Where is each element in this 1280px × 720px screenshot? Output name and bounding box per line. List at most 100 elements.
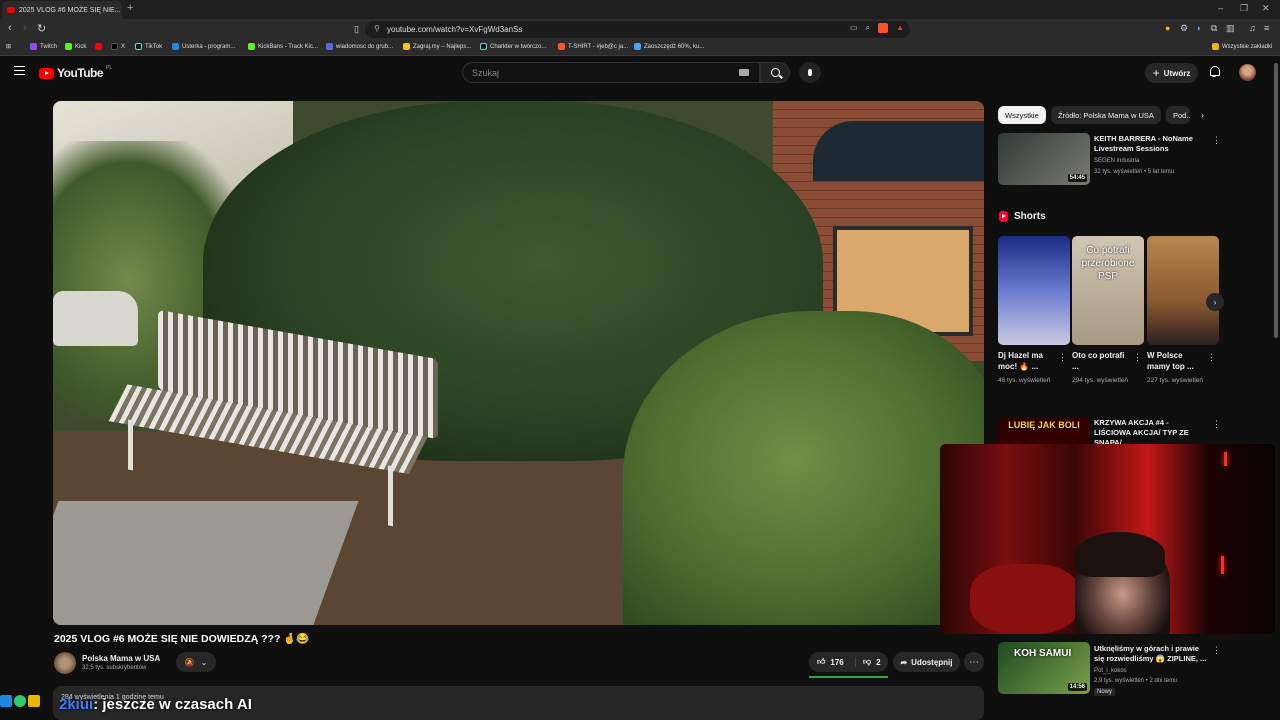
media-icon[interactable]: ♫ bbox=[1249, 23, 1256, 33]
brave-shield-icon[interactable] bbox=[878, 23, 889, 33]
thumbs-up-icon: 👍︎ bbox=[817, 657, 826, 666]
zoom-icon[interactable]: ⌕ bbox=[866, 23, 870, 33]
chat-message: 2kiui: jeszcze w czasach AI bbox=[59, 696, 252, 713]
bookmark-youtube[interactable] bbox=[95, 43, 102, 50]
share-button[interactable]: ➦ Udostępnij bbox=[893, 652, 960, 672]
bookmark-usterka[interactable]: Usterka - program... bbox=[172, 43, 235, 50]
youtube-logo[interactable]: YouTube PL bbox=[39, 65, 113, 80]
recommended-thumbnail[interactable]: KOH SAMUI 14:56 bbox=[998, 642, 1090, 694]
subscription-bell-button[interactable]: 🔕 ⌄ bbox=[176, 652, 216, 672]
rewards-icon[interactable]: ▲ bbox=[896, 23, 904, 33]
kebab-menu-icon[interactable]: ⋮ bbox=[1212, 135, 1221, 146]
bookmark-tiktok[interactable]: TikTok bbox=[135, 43, 162, 50]
bookmark-zaoszczedz[interactable]: Zaoszczędź 60%, ku... bbox=[634, 43, 704, 50]
thumbs-down-icon: 👎︎ bbox=[863, 657, 872, 666]
short-thumbnail[interactable]: Co potrafi przerobione PSP bbox=[1072, 236, 1144, 345]
puzzle-icon[interactable]: ⧉ bbox=[1211, 23, 1217, 34]
page-scrollbar[interactable] bbox=[1274, 63, 1278, 338]
kebab-menu-icon[interactable]: ⋮ bbox=[1133, 352, 1142, 363]
logo-text: YouTube bbox=[57, 66, 104, 80]
extension-icon[interactable]: ⚙ bbox=[1180, 23, 1188, 34]
notifications-bell-icon[interactable] bbox=[1209, 66, 1220, 77]
chip-all[interactable]: Wszystkie bbox=[998, 106, 1046, 124]
webcam-chair bbox=[970, 564, 1080, 634]
short-views: 46 tys. wyświetleń bbox=[998, 377, 1051, 384]
search-input[interactable]: Szukaj bbox=[462, 62, 760, 83]
recommended-thumbnail[interactable]: 54:45 bbox=[998, 133, 1090, 185]
short-views: 294 tys. wyświetleń bbox=[1072, 377, 1128, 384]
recommended-title[interactable]: Utknęliśmy w górach i prawie się rozwied… bbox=[1094, 644, 1208, 664]
kebab-menu-icon[interactable]: ⋮ bbox=[1058, 352, 1067, 363]
plus-icon: + bbox=[1152, 66, 1160, 80]
short-thumbnail[interactable] bbox=[1147, 236, 1219, 345]
restore-icon[interactable]: ❐ bbox=[1240, 3, 1248, 14]
hamburger-menu-icon[interactable] bbox=[14, 66, 25, 75]
chip-more[interactable]: Pod... bbox=[1166, 106, 1190, 124]
recommended-channel[interactable]: SEGEN industria bbox=[1094, 157, 1139, 166]
more-actions-button[interactable]: ⋯ bbox=[964, 652, 984, 672]
bookmark-x[interactable]: X bbox=[111, 43, 125, 50]
like-button[interactable]: 👍︎ 176 bbox=[809, 657, 856, 667]
country-code: PL bbox=[106, 65, 113, 71]
browser-tab[interactable]: 2025 VLOG #6 MOŻE SIĘ NIE... × bbox=[2, 1, 122, 19]
channel-name[interactable]: Polska Mama w USA bbox=[82, 654, 160, 663]
kebab-menu-icon[interactable]: ⋮ bbox=[1212, 645, 1221, 656]
create-button[interactable]: + Utwórz bbox=[1145, 63, 1198, 83]
short-title[interactable]: Oto co potrafi ... bbox=[1072, 350, 1130, 372]
voice-search-button[interactable] bbox=[799, 62, 821, 83]
like-dislike-group: 👍︎ 176 👎︎ 2 bbox=[809, 652, 888, 672]
short-title[interactable]: Dj Hazel ma moc! 🔥 ... bbox=[998, 350, 1056, 372]
bookmark-page-icon[interactable]: ▯ bbox=[354, 24, 359, 35]
apps-icon[interactable]: ⊞ bbox=[6, 43, 11, 50]
window-close-icon[interactable]: ✕ bbox=[1262, 3, 1270, 14]
webcam-overlay bbox=[940, 444, 1275, 634]
bookmark-wiadomosc[interactable]: wiadomosc do grub... bbox=[326, 43, 393, 50]
all-bookmarks[interactable]: Wszystkie zakładki bbox=[1212, 43, 1272, 50]
shorts-next-icon[interactable]: › bbox=[1206, 293, 1224, 311]
recommended-thumbnail[interactable]: LUBIĘ JAK BOLI bbox=[998, 418, 1090, 446]
url-field[interactable]: ⚲ youtube.com/watch?v=XvFgWd3anSs ▭ ⌕ ▲ bbox=[365, 21, 910, 38]
wallet-icon[interactable]: ● bbox=[1165, 23, 1170, 33]
bookmark-charkter[interactable]: Charkter w twórczo... bbox=[480, 43, 546, 50]
screen-icon[interactable]: ▭ bbox=[850, 23, 858, 33]
user-avatar[interactable] bbox=[1239, 64, 1256, 81]
webcam-light bbox=[1221, 556, 1224, 574]
minimize-icon[interactable]: – bbox=[1218, 3, 1223, 13]
tab-title: 2025 VLOG #6 MOŻE SIĘ NIE... bbox=[19, 6, 121, 14]
new-tab-icon[interactable]: + bbox=[127, 2, 133, 14]
back-icon[interactable]: ‹ bbox=[8, 22, 12, 34]
youtube-favicon-icon bbox=[7, 7, 15, 13]
forward-icon[interactable]: › bbox=[23, 22, 27, 34]
bell-off-icon: 🔕 bbox=[184, 657, 195, 667]
keyboard-icon[interactable] bbox=[739, 69, 749, 76]
site-info-icon[interactable]: ⚲ bbox=[374, 24, 380, 33]
shorts-icon bbox=[999, 211, 1008, 222]
shorts-heading: Shorts bbox=[999, 211, 1046, 222]
recommended-channel[interactable]: Pot_i_kokos bbox=[1094, 667, 1127, 676]
recommended-title[interactable]: KEITH BARRERA - NoName Livestream Sessio… bbox=[1094, 134, 1206, 154]
address-toolbar: ‹ › ↻ ▯ ⚲ youtube.com/watch?v=XvFgWd3anS… bbox=[0, 19, 1280, 40]
chevron-right-icon[interactable]: › bbox=[1201, 110, 1204, 120]
bookmark-zagraj[interactable]: Zagraj.my – Najleps... bbox=[403, 43, 471, 50]
channel-avatar[interactable] bbox=[54, 652, 76, 674]
bookmark-kick[interactable]: Kick bbox=[65, 43, 86, 50]
video-player[interactable] bbox=[53, 101, 984, 625]
vpn-icon[interactable]: ◗ bbox=[1196, 23, 1201, 33]
kebab-menu-icon[interactable]: ⋮ bbox=[1212, 419, 1221, 430]
dislike-button[interactable]: 👎︎ 2 bbox=[856, 657, 881, 667]
bookmark-kickbans[interactable]: KickBans - Track Kic... bbox=[248, 43, 318, 50]
browser-menu-icon[interactable]: ≡ bbox=[1264, 23, 1269, 33]
reload-icon[interactable]: ↻ bbox=[37, 22, 46, 35]
kebab-menu-icon[interactable]: ⋮ bbox=[1207, 352, 1216, 363]
search-button[interactable] bbox=[760, 62, 790, 83]
bookmark-tshirt[interactable]: T-SHIRT - #jeb@c ja... bbox=[558, 43, 628, 50]
chat-username: 2kiui bbox=[59, 696, 94, 713]
browser-tab-bar: 2025 VLOG #6 MOŻE SIĘ NIE... × + – ❐ ✕ bbox=[0, 0, 1280, 19]
thumbnail-text: KOH SAMUI bbox=[1014, 648, 1072, 659]
bookmark-twitch[interactable]: Twitch bbox=[30, 43, 57, 50]
short-title[interactable]: W Polsce mamy top ... bbox=[1147, 350, 1205, 372]
webcam-light bbox=[1224, 452, 1227, 466]
short-thumbnail[interactable] bbox=[998, 236, 1070, 345]
chip-source[interactable]: Źródło: Polska Mama w USA bbox=[1051, 106, 1161, 124]
sidebar-icon[interactable]: ▥ bbox=[1226, 23, 1235, 34]
